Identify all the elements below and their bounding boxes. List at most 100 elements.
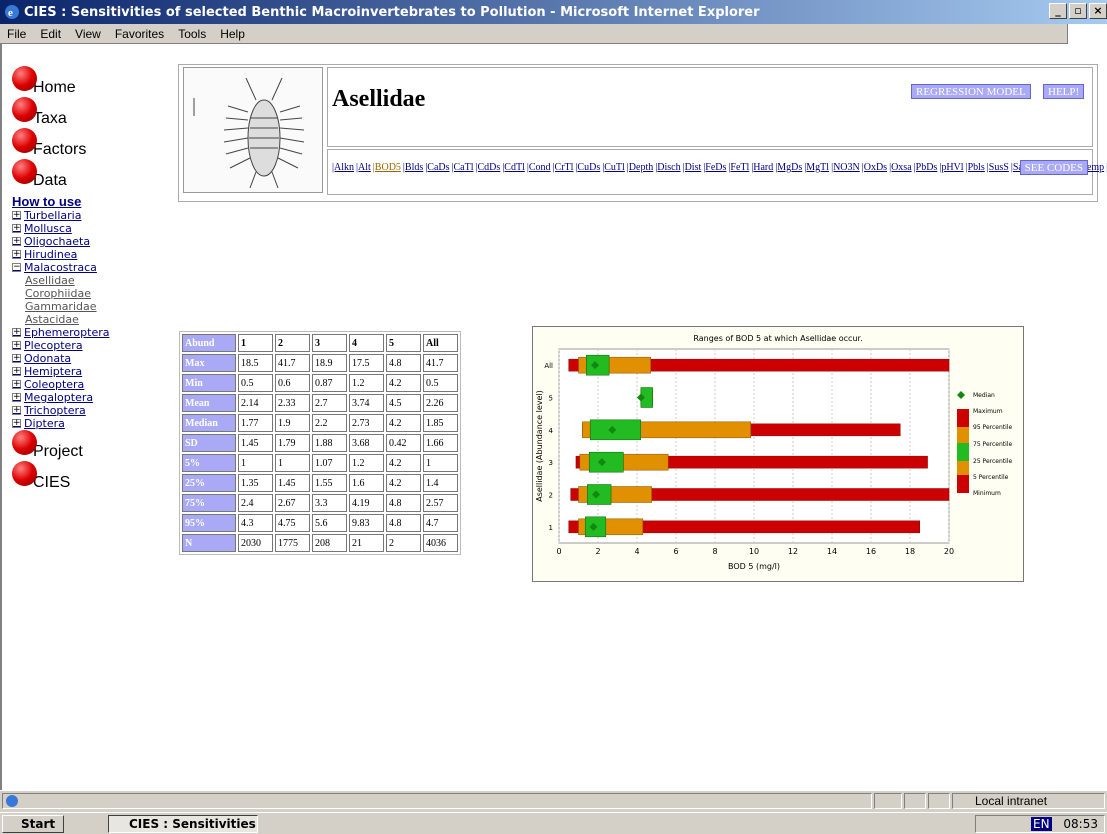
start-button[interactable]: Start	[2, 815, 64, 833]
factor-link-cdtl[interactable]: |CdTl	[502, 162, 525, 173]
tree-subitem-asellidae[interactable]: Asellidae	[12, 274, 182, 287]
expand-icon[interactable]: +	[12, 341, 21, 350]
factor-link-mgtl[interactable]: |MgTl	[804, 162, 829, 173]
tree-item-malacostraca[interactable]: − Malacostraca	[12, 261, 182, 274]
nav-taxa[interactable]: Taxa	[12, 97, 182, 128]
restore-button[interactable]: ▫	[1069, 3, 1087, 19]
table-cell: 0.42	[386, 434, 421, 452]
expand-icon[interactable]: +	[12, 393, 21, 402]
collapse-icon[interactable]: −	[12, 263, 21, 272]
factor-link-mgds[interactable]: |MgDs	[775, 162, 802, 173]
factor-link-no3n[interactable]: |NO3N	[831, 162, 860, 173]
menu-edit[interactable]: Edit	[33, 27, 68, 41]
expand-icon[interactable]: +	[12, 250, 21, 259]
red-ball-icon	[12, 97, 37, 122]
expand-icon[interactable]: +	[12, 237, 21, 246]
regression-model-button[interactable]: REGRESSION MODEL	[911, 84, 1031, 99]
factor-link-crtl[interactable]: |CrTl	[553, 162, 574, 173]
how-to-use-link[interactable]: How to use	[12, 194, 182, 209]
language-indicator[interactable]: EN	[1031, 817, 1052, 831]
help-button[interactable]: HELP!	[1043, 84, 1085, 99]
menu-help[interactable]: Help	[213, 27, 252, 41]
menu-tools[interactable]: Tools	[171, 27, 213, 41]
expand-icon[interactable]: +	[12, 211, 21, 220]
menu-favorites[interactable]: Favorites	[108, 27, 171, 41]
tree-item-oligochaeta[interactable]: + Oligochaeta	[12, 235, 182, 248]
factor-link-dist[interactable]: |Dist	[683, 162, 702, 173]
table-cell: 4.8	[386, 514, 421, 532]
expand-icon[interactable]: +	[12, 380, 21, 389]
status-zone: Local intranet	[952, 793, 1105, 809]
expand-icon[interactable]: +	[12, 328, 21, 337]
tree-item-odonata[interactable]: + Odonata	[12, 352, 182, 365]
taskbar-ie-window[interactable]: CIES : Sensitivities of s...	[108, 815, 258, 833]
table-cell: 1.4	[423, 474, 458, 492]
close-button[interactable]: ×	[1089, 3, 1107, 19]
nav-project[interactable]: Project	[12, 430, 182, 461]
tree-item-hemiptera[interactable]: + Hemiptera	[12, 365, 182, 378]
menu-file[interactable]: File	[0, 27, 33, 41]
factor-link-blds[interactable]: |Blds	[403, 162, 423, 173]
tree-item-trichoptera[interactable]: + Trichoptera	[12, 404, 182, 417]
factor-link-cutl[interactable]: |CuTl	[602, 162, 625, 173]
factor-link-hard[interactable]: |Hard	[751, 162, 773, 173]
minimize-button[interactable]: _	[1049, 3, 1067, 19]
table-cell: 2.57	[423, 494, 458, 512]
factor-link-cond[interactable]: |Cond	[527, 162, 551, 173]
factor-link-disch[interactable]: |Disch	[655, 162, 680, 173]
tree-item-ephemeroptera[interactable]: + Ephemeroptera	[12, 326, 182, 339]
expand-icon[interactable]: +	[12, 224, 21, 233]
see-codes-button[interactable]: SEE CODES	[1019, 160, 1088, 175]
factor-link-bod5[interactable]: |BOD5	[373, 162, 401, 173]
chart-title: Ranges of BOD 5 at which Asellidae occur…	[693, 334, 862, 343]
tree-item-megaloptera[interactable]: + Megaloptera	[12, 391, 182, 404]
factor-link-suss[interactable]: |SusS	[987, 162, 1009, 173]
expand-icon[interactable]: +	[12, 419, 21, 428]
factor-link-catl[interactable]: |CaTl	[452, 162, 474, 173]
factor-link-pbls[interactable]: |Pbls	[966, 162, 985, 173]
legend-label: Minimum	[973, 490, 1001, 497]
tree-subitem-corophiidae[interactable]: Corophiidae	[12, 287, 182, 300]
tree-item-plecoptera[interactable]: + Plecoptera	[12, 339, 182, 352]
factor-link-alt[interactable]: |Alt	[356, 162, 371, 173]
system-tray: EN 08:53	[975, 815, 1105, 833]
title-bar: e CIES : Sensitivities of selected Benth…	[0, 0, 1107, 24]
nav-cies[interactable]: CIES	[12, 461, 182, 492]
x-tick-label: 16	[866, 547, 876, 556]
factor-link-oxds[interactable]: |OxDs	[862, 162, 887, 173]
factor-link-feds[interactable]: |FeDs	[703, 162, 726, 173]
tree-item-hirudinea[interactable]: + Hirudinea	[12, 248, 182, 261]
nav-home[interactable]: Home	[12, 66, 182, 97]
menu-view[interactable]: View	[68, 27, 108, 41]
factor-link-cdds[interactable]: |CdDs	[476, 162, 501, 173]
table-cell: 4.2	[386, 454, 421, 472]
factor-link-phvl[interactable]: |pHVl	[939, 162, 963, 173]
factor-link-oxsa[interactable]: |Oxsa	[889, 162, 912, 173]
tree-subitem-gammaridae[interactable]: Gammaridae	[12, 300, 182, 313]
tree-item-mollusca[interactable]: + Mollusca	[12, 222, 182, 235]
expand-icon[interactable]: +	[12, 406, 21, 415]
tree-item-diptera[interactable]: + Diptera	[12, 417, 182, 430]
tree-item-turbellaria[interactable]: + Turbellaria	[12, 209, 182, 222]
table-cell: 4036	[423, 534, 458, 552]
expand-icon[interactable]: +	[12, 367, 21, 376]
tree-item-coleoptera[interactable]: + Coleoptera	[12, 378, 182, 391]
factor-link-cads[interactable]: |CaDs	[425, 162, 449, 173]
tree-subitem-astacidae[interactable]: Astacidae	[12, 313, 182, 326]
factor-link-alkn[interactable]: |Alkn	[332, 162, 354, 173]
x-tick-label: 6	[673, 547, 678, 556]
factor-link-depth[interactable]: |Depth	[627, 162, 653, 173]
table-cell: 4.7	[423, 514, 458, 532]
table-cell: 208	[312, 534, 347, 552]
table-cell: 18.5	[238, 354, 273, 372]
menu-bar: File Edit View Favorites Tools Help	[0, 24, 1107, 44]
nav-data[interactable]: Data	[12, 159, 182, 190]
factor-link-pbds[interactable]: |PbDs	[914, 162, 938, 173]
nav-factors[interactable]: Factors	[12, 128, 182, 159]
table-cell: 1775	[275, 534, 310, 552]
factor-link-fetl[interactable]: |FeTl	[728, 162, 749, 173]
factor-links: |Alkn |Alt |BOD5 |Blds |CaDs |CaTl |CdDs |CdTl |…	[332, 162, 1107, 174]
expand-icon[interactable]: +	[12, 354, 21, 363]
taxon-title: Asellidae	[332, 86, 426, 112]
factor-link-cuds[interactable]: |CuDs	[575, 162, 600, 173]
